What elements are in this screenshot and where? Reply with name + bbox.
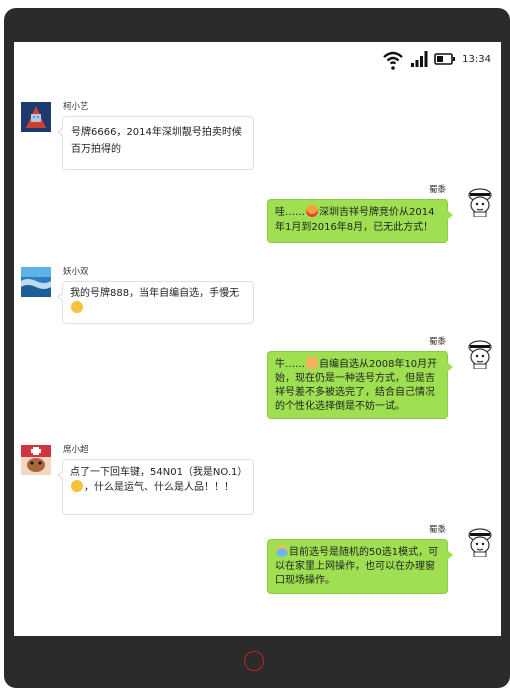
- tongue-face-emoji: [306, 205, 318, 217]
- sender-name: 柯小艺: [63, 102, 89, 112]
- message-text-before: 点了一下回车键，54N01（我是NO.1）: [70, 467, 248, 478]
- message-text-before: 牛……: [275, 359, 305, 370]
- sender-name: 蜀黍: [428, 337, 446, 347]
- avatar[interactable]: [21, 445, 51, 475]
- message-bubble[interactable]: 点了一下回车键，54N01（我是NO.1） ，什么是运气、什么是人品！！！: [57, 459, 254, 515]
- wifi-icon: [383, 51, 403, 70]
- message-row: 席小超 点了一下回车键，54N01（我是NO.1） ，什么是运气、什么是人品！！！: [21, 445, 321, 515]
- battery-icon: [434, 53, 456, 65]
- message-bubble[interactable]: 我的号牌888，当年自编自选，手慢无: [57, 281, 254, 324]
- message-row: 蜀黍 目前选号是随机的50选1模式，可以在家里上网操作，也可以在办理窗口现场操作…: [194, 525, 494, 600]
- sweat-smile-emoji: [71, 480, 83, 492]
- sender-name: 蜀黍: [428, 185, 446, 195]
- status-bar: 13:34: [14, 42, 501, 76]
- message-bubble[interactable]: 哇…… 深圳吉祥号牌竞价从2014年1月到2016年8月，已无此方式！: [267, 199, 453, 243]
- scream-emoji: [276, 545, 288, 557]
- message-text-before: 哇……: [275, 207, 305, 218]
- message-bubble[interactable]: 目前选号是随机的50选1模式，可以在家里上网操作，也可以在办理窗口现场操作。: [267, 539, 453, 594]
- message-row: 妖小双 我的号牌888，当年自编自选，手慢无: [21, 267, 321, 327]
- avatar[interactable]: [466, 337, 494, 370]
- sender-name: 蜀黍: [428, 525, 446, 535]
- thumbs-up-emoji: [306, 357, 318, 369]
- sender-name: 妖小双: [63, 267, 89, 277]
- message-text-after: ，什么是运气、什么是人品！！！: [84, 482, 234, 493]
- chat-screen: 13:34 柯小艺 号牌6666，2014年深圳靓号拍卖时候百万拍得的 蜀黍 哇…: [14, 42, 501, 636]
- avatar[interactable]: [466, 525, 494, 558]
- message-text: 号牌6666，2014年深圳靓号拍卖时候百万拍得的: [71, 127, 242, 155]
- message-row: 蜀黍 牛…… 自编自选从2008年10月开始，现在仍是一种选号方式，但是吉祥号差不…: [194, 337, 494, 422]
- status-time: 13:34: [462, 53, 491, 65]
- sender-name: 席小超: [63, 445, 89, 455]
- message-bubble[interactable]: 牛…… 自编自选从2008年10月开始，现在仍是一种选号方式，但是吉祥号差不多被选…: [267, 351, 453, 419]
- avatar[interactable]: [466, 185, 494, 218]
- smile-emoji: [71, 301, 83, 313]
- message-bubble[interactable]: 号牌6666，2014年深圳靓号拍卖时候百万拍得的: [57, 116, 254, 170]
- message-row: 蜀黍 哇…… 深圳吉祥号牌竞价从2014年1月到2016年8月，已无此方式！: [194, 185, 494, 245]
- message-text-after: 目前选号是随机的50选1模式，可以在家里上网操作，也可以在办理窗口现场操作。: [275, 547, 439, 586]
- avatar[interactable]: [21, 267, 51, 297]
- home-button[interactable]: [244, 651, 264, 671]
- avatar[interactable]: [21, 102, 51, 132]
- message-row: 柯小艺 号牌6666，2014年深圳靓号拍卖时候百万拍得的: [21, 102, 321, 177]
- signal-icon: [411, 51, 428, 67]
- message-text: 我的号牌888，当年自编自选，手慢无: [70, 288, 240, 299]
